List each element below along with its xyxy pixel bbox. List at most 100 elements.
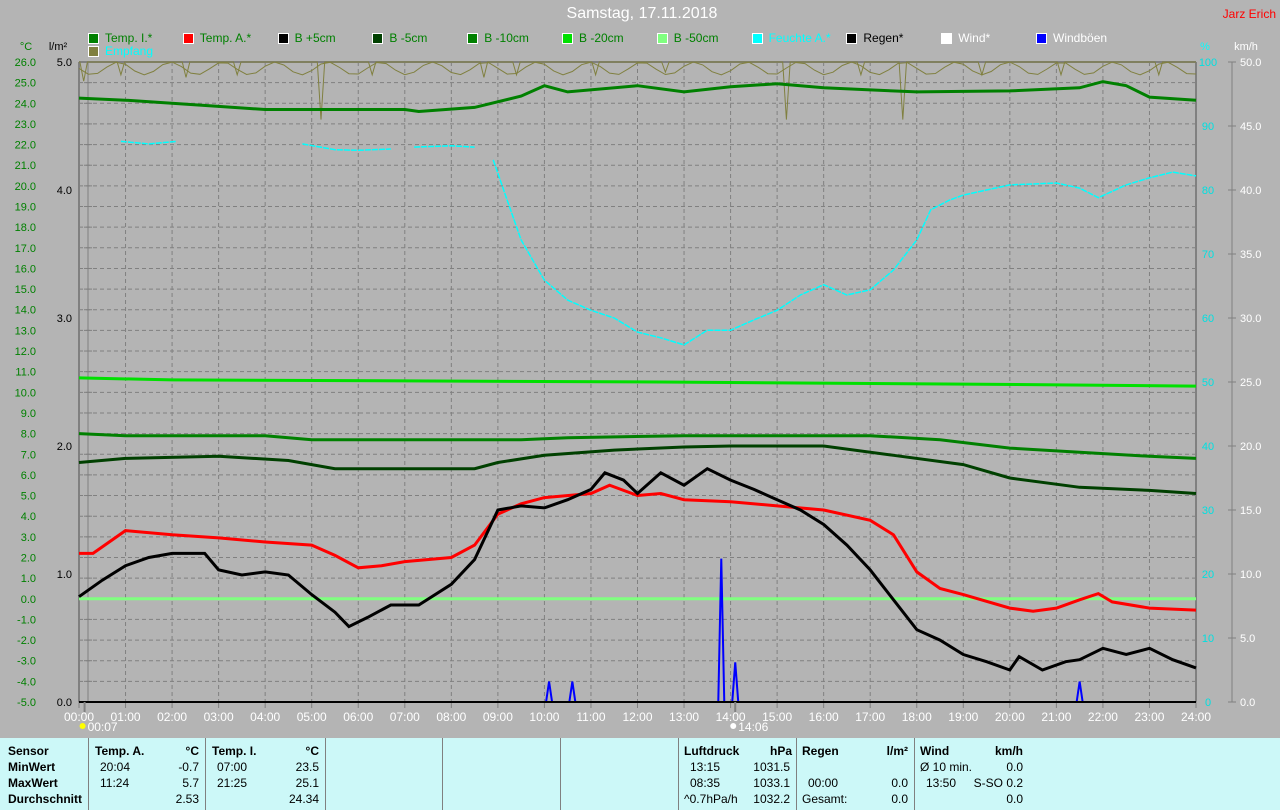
- wind-tick-label: 50.0: [1240, 57, 1261, 69]
- legend-swatch: [88, 32, 99, 44]
- sensor-header: Sensor: [8, 744, 49, 758]
- rain-axis-unit: l/m²: [49, 41, 68, 53]
- legend-item: B -20cm: [562, 31, 624, 45]
- rain-total-label: Gesamt:: [802, 792, 848, 806]
- series-windb-en-spike: [545, 681, 554, 703]
- temp-tick-label: 14.0: [15, 305, 36, 317]
- wind-tick-label: 5.0: [1240, 633, 1255, 645]
- series-windb-en-spike: [568, 681, 577, 703]
- chart-title: Samstag, 17.11.2018: [566, 5, 718, 22]
- legend-swatch: [182, 32, 194, 44]
- legend-item: Feuchte A.*: [751, 31, 831, 45]
- humidity-tick-label: 100: [1199, 57, 1217, 69]
- temp-axis-unit: °C: [20, 41, 32, 53]
- pressure-min: 1031.5: [753, 760, 790, 774]
- temp-tick-label: 11.0: [15, 367, 36, 379]
- x-tick-label: 09:00: [483, 710, 513, 724]
- stats-col-empty-3: [560, 738, 679, 810]
- legend-label: Windböen: [1053, 31, 1108, 45]
- rain-tick-label: 4.0: [57, 185, 72, 197]
- legend-label: B +5cm: [294, 31, 336, 45]
- wind-tick-label: 20.0: [1240, 441, 1261, 453]
- legend-item: B +5cm: [277, 31, 336, 45]
- wind-avg-label: Ø 10 min.: [920, 760, 973, 774]
- temp-a-unit: °C: [185, 744, 199, 758]
- legend-label: B -10cm: [484, 31, 529, 45]
- legend-label: Temp. A.*: [199, 31, 252, 45]
- wind-tick-label: 25.0: [1240, 377, 1261, 389]
- series-feuchte-a: [492, 159, 1197, 346]
- moon-marker-icon: [79, 723, 86, 729]
- legend-item: Wind*: [941, 31, 990, 45]
- humidity-axis-unit: %: [1200, 41, 1210, 53]
- temp-tick-label: 18.0: [15, 222, 36, 234]
- pressure-unit: hPa: [769, 744, 792, 758]
- stats-col-temp-a: Temp. A. °C 20:04 -0.7 11:24 5.7 2.53: [88, 738, 206, 810]
- x-tick-label: 05:00: [297, 710, 327, 724]
- wind-avg: 0.0: [1006, 760, 1023, 774]
- temp-a-avg: 2.53: [175, 792, 199, 806]
- temp-tick-label: 4.0: [21, 511, 36, 523]
- temp-i-unit: °C: [305, 744, 319, 758]
- x-tick-label: 06:00: [343, 710, 373, 724]
- stats-col-empty-1: [325, 738, 443, 810]
- temp-tick-label: 15.0: [15, 284, 36, 296]
- temp-tick-label: -1.0: [17, 614, 36, 626]
- legend-swatch: [88, 45, 99, 57]
- x-tick-label: 07:00: [390, 710, 420, 724]
- temp-tick-label: 8.0: [21, 429, 36, 441]
- legend-item: Temp. A.*: [182, 31, 252, 45]
- series-feuchte-a: [120, 140, 177, 145]
- x-tick-label: 18:00: [902, 710, 932, 724]
- temp-tick-label: 2.0: [21, 552, 36, 564]
- x-tick-label: 20:00: [995, 710, 1025, 724]
- stats-col-sensor: Sensor MinWert MaxWert Durchschnitt: [0, 738, 89, 810]
- temp-i-header: Temp. I.: [212, 744, 257, 758]
- temp-tick-label: -5.0: [17, 697, 36, 709]
- temp-tick-label: -2.0: [17, 635, 36, 647]
- temp-tick-label: -4.0: [17, 676, 36, 688]
- temp-tick-label: 10.0: [15, 387, 36, 399]
- temp-i-avg: 24.34: [288, 792, 319, 806]
- wind-axis-unit: km/h: [1234, 41, 1258, 53]
- humidity-tick-label: 70: [1202, 249, 1214, 261]
- x-tick-label: 23:00: [1134, 710, 1164, 724]
- temp-tick-label: 5.0: [21, 491, 36, 503]
- temp-tick-label: 7.0: [21, 449, 36, 461]
- legend-label: B -20cm: [579, 31, 624, 45]
- temp-tick-label: 12.0: [15, 346, 36, 358]
- series-windb-en-spike: [1075, 681, 1084, 703]
- temp-tick-label: 25.0: [15, 78, 36, 90]
- wind-tick-label: 15.0: [1240, 505, 1261, 517]
- x-tick-label: 11:00: [576, 710, 605, 724]
- legend-item: B -50cm: [656, 31, 718, 45]
- legend-swatch: [846, 32, 858, 44]
- temp-tick-label: 6.0: [21, 470, 36, 482]
- humidity-tick-label: 30: [1202, 505, 1214, 517]
- humidity-tick-label: 0: [1205, 697, 1211, 709]
- temp-tick-label: 0.0: [21, 594, 36, 606]
- rain-header: Regen: [802, 744, 839, 758]
- temp-tick-label: 22.0: [15, 140, 36, 152]
- wind-unit: km/h: [994, 744, 1023, 758]
- rain-tick-label: 1.0: [57, 569, 72, 581]
- rain-tick-label: 2.0: [57, 441, 72, 453]
- wind-max-time: 13:50: [926, 776, 957, 790]
- humidity-tick-label: 20: [1202, 569, 1214, 581]
- stats-col-pressure: Luftdruck hPa 13:15 1031.5 08:35 1033.1 …: [678, 738, 797, 810]
- x-tick-label: 08:00: [436, 710, 466, 724]
- temp-i-min: 23.5: [295, 760, 319, 774]
- temp-tick-label: -3.0: [17, 656, 36, 668]
- x-tick-label: 04:00: [250, 710, 280, 724]
- rain-tick-label: 0.0: [57, 697, 72, 709]
- temp-tick-label: 21.0: [15, 160, 36, 172]
- temp-a-max-time: 11:24: [100, 776, 130, 790]
- temp-tick-label: 24.0: [15, 98, 36, 110]
- temp-tick-label: 16.0: [15, 263, 36, 275]
- legend-item: B -5cm: [372, 31, 427, 45]
- legend-item: Regen*: [846, 31, 903, 45]
- temp-tick-label: 9.0: [21, 408, 36, 420]
- wind-tick-label: 45.0: [1240, 121, 1261, 133]
- wind-tick-label: 10.0: [1240, 569, 1261, 581]
- temp-a-header: Temp. A.: [95, 744, 145, 758]
